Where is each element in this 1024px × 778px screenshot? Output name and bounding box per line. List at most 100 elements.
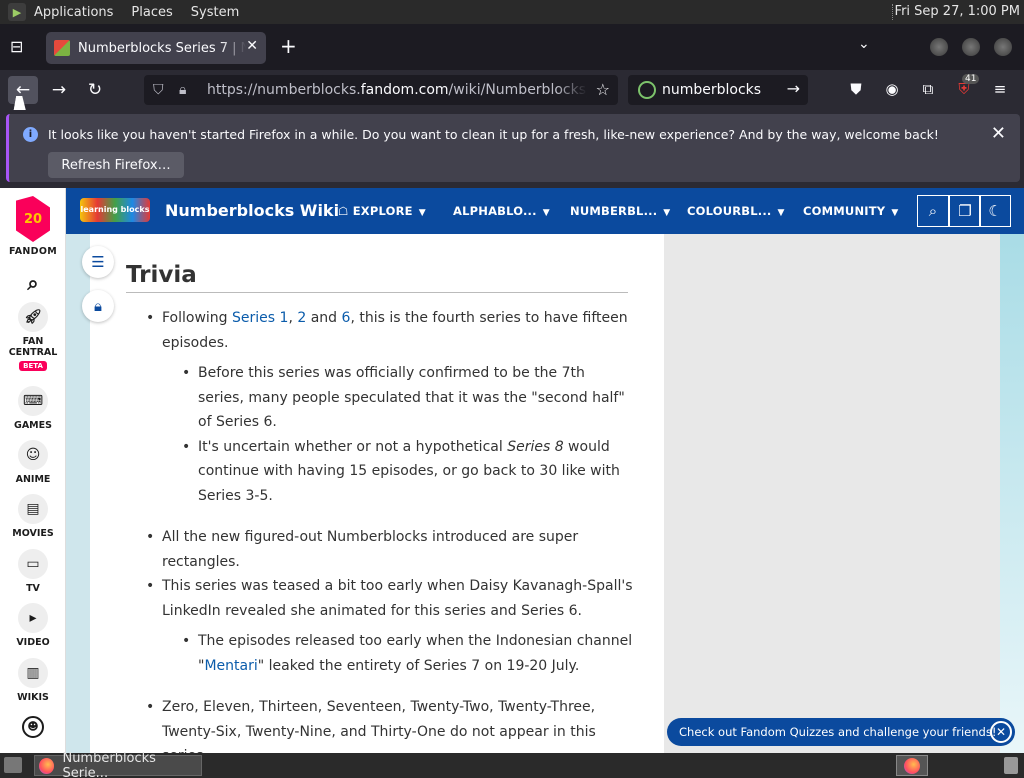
nav-alphablocks[interactable]: ALPHABLO... ▼ (453, 204, 550, 218)
background-decoration (1000, 234, 1024, 753)
trash-icon[interactable] (1004, 757, 1018, 774)
hamburger-menu-icon[interactable]: ≡ (990, 80, 1010, 100)
forward-arrow-icon[interactable]: → (44, 76, 74, 104)
account-icon[interactable]: ◉ (882, 80, 902, 100)
extensions-puzzle-icon[interactable]: ⧉ (918, 80, 938, 100)
pocket-icon[interactable]: ⛊ (846, 80, 866, 100)
system-menu[interactable]: System (191, 5, 239, 20)
extension-count-badge: 41 (962, 74, 980, 84)
page-content: 20 FANDOM ⌕ 🚀︎ FAN CENTRAL BETA ⌨︎ GAMES… (0, 188, 1024, 753)
rail-item-label: MOVIES (12, 528, 54, 539)
mouse-cursor (13, 96, 29, 110)
maximize-button[interactable] (962, 38, 980, 56)
url-bar[interactable]: ⛉ 🔒︎ https://numberblocks.fandom.com/wik… (144, 75, 618, 105)
tab-overflow-chevron-icon[interactable]: ⌄ (858, 36, 870, 52)
table-of-contents-icon[interactable]: ☰ (82, 246, 114, 278)
minimize-button[interactable] (930, 38, 948, 56)
new-tab-button[interactable]: + (280, 36, 297, 56)
rail-item-fan-central[interactable]: 🚀︎ FAN CENTRAL BETA (0, 302, 66, 371)
taskbar: Numberblocks Serie... (0, 751, 1024, 778)
tv-icon: ▭ (18, 549, 48, 579)
book-icon: ▥ (18, 658, 48, 688)
wiki-search-button[interactable]: ⌕ (917, 195, 949, 227)
quiz-banner-text[interactable]: Check out Fandom Quizzes and challenge y… (679, 725, 996, 739)
theme-toggle-button[interactable]: ☾ (979, 195, 1011, 227)
fandom-favicon-icon (54, 40, 70, 56)
play-icon: ▸ (18, 603, 48, 633)
system-top-bar: ▶ Applications Places System Fri Sep 27,… (0, 0, 1024, 24)
clapperboard-icon: ▤ (18, 494, 48, 524)
nav-numberblocks[interactable]: NUMBERBL... ▼ (570, 204, 670, 218)
lock-icon[interactable]: 🔒︎ (82, 290, 114, 322)
trivia-list: Following Series 1, 2 and 6, this is the… (144, 306, 634, 753)
system-logo-icon[interactable]: ▶ (8, 3, 26, 21)
notification-close-icon[interactable]: ✕ (991, 123, 1006, 144)
tracking-shield-icon[interactable]: ⛉ (153, 82, 169, 98)
taskbar-firefox-window[interactable]: Numberblocks Serie... (34, 751, 202, 778)
article: ☰ 🔒︎ Trivia Following Series 1, 2 and 6,… (82, 234, 664, 753)
anime-face-icon: ☺︎ (18, 440, 48, 470)
close-window-button[interactable] (994, 38, 1012, 56)
link-mentari[interactable]: Mentari (204, 658, 257, 674)
tab-list-icon[interactable]: ⊟ (10, 37, 30, 57)
chevron-down-icon: ▼ (777, 208, 785, 218)
fandom-wordmark[interactable]: FANDOM (0, 246, 66, 257)
wiki-logo[interactable]: learning blocks (80, 198, 150, 222)
applications-menu[interactable]: Applications (34, 5, 113, 20)
refresh-firefox-button[interactable]: Refresh Firefox… (48, 152, 184, 178)
close-icon[interactable]: ✕ (990, 721, 1012, 743)
right-rail-column (664, 234, 1000, 753)
chevron-down-icon: ▼ (542, 208, 550, 218)
fandom-side-rail: 20 FANDOM ⌕ 🚀︎ FAN CENTRAL BETA ⌨︎ GAMES… (0, 188, 66, 753)
list-item: Zero, Eleven, Thirteen, Seventeen, Twent… (144, 695, 634, 753)
clock[interactable]: Fri Sep 27, 1:00 PM (895, 4, 1020, 19)
article-tools: ☰ 🔒︎ (82, 246, 114, 334)
gamepad-icon: ⌨︎ (18, 386, 48, 416)
rail-item-games[interactable]: ⌨︎ GAMES (0, 386, 66, 431)
rail-item-label: WIKIS (17, 692, 49, 703)
explore-icon: ☖ (338, 204, 353, 218)
search-go-arrow-icon[interactable]: → (787, 79, 800, 98)
bookmark-star-icon[interactable]: ☆ (596, 80, 610, 99)
search-icon[interactable]: ⌕ (18, 268, 48, 298)
rocket-icon: 🚀︎ (18, 302, 48, 332)
rail-item-label: ANIME (15, 474, 51, 485)
wiki-name[interactable]: Numberblocks Wiki (165, 201, 339, 220)
reload-icon[interactable]: ↻ (80, 76, 110, 104)
workspace-switcher[interactable] (896, 755, 928, 776)
quiz-banner[interactable]: Check out Fandom Quizzes and challenge y… (667, 718, 1015, 746)
search-engine-icon[interactable] (638, 81, 656, 99)
section-heading-trivia: Trivia (126, 262, 628, 293)
search-icon: ⌕ (928, 202, 938, 220)
active-tab[interactable]: Numberblocks Series 7 | Numberblocks Wik… (46, 32, 266, 64)
rail-item-tv[interactable]: ▭ TV (0, 549, 66, 594)
nav-colourblocks[interactable]: COLOURBL... ▼ (687, 204, 785, 218)
rail-item-label: FAN CENTRAL (8, 336, 58, 358)
beta-badge: BETA (19, 361, 47, 371)
rail-item-video[interactable]: ▸ VIDEO (0, 603, 66, 648)
show-desktop-icon[interactable] (4, 757, 22, 773)
list-item: Following Series 1, 2 and 6, this is the… (144, 306, 634, 508)
nav-explore[interactable]: ☖ EXPLORE ▼ (338, 204, 426, 218)
link-series-1[interactable]: Series 1 (232, 310, 288, 326)
taskbar-window-title: Numberblocks Serie... (62, 750, 156, 778)
wiki-discussions-button[interactable]: ❐ (949, 195, 981, 227)
nav-bar: ← → ↻ ⛉ 🔒︎ https://numberblocks.fandom.c… (0, 70, 1024, 110)
link-series-2[interactable]: 2 (297, 310, 306, 326)
url-text[interactable]: https://numberblocks.fandom.com/wiki/Num… (207, 82, 587, 98)
fandom-logo-icon[interactable]: 20 (16, 196, 50, 242)
wiki-header: learning blocks Numberblocks Wiki ☖ EXPL… (66, 188, 1024, 234)
rail-item-movies[interactable]: ▤ MOVIES (0, 494, 66, 539)
search-text[interactable]: numberblocks (662, 82, 761, 98)
places-menu[interactable]: Places (131, 5, 172, 20)
search-bar[interactable]: numberblocks → (628, 75, 808, 105)
lock-icon[interactable]: 🔒︎ (179, 82, 195, 98)
user-account-icon[interactable]: ☻ (22, 716, 44, 738)
tab-close-icon[interactable]: ✕ (246, 38, 258, 54)
nav-community[interactable]: COMMUNITY ▼ (803, 204, 898, 218)
firefox-icon (904, 758, 920, 774)
rail-item-anime[interactable]: ☺︎ ANIME (0, 440, 66, 485)
firefox-icon (39, 757, 55, 774)
rail-item-wikis[interactable]: ▥ WIKIS (0, 658, 66, 703)
rail-search[interactable]: ⌕ (0, 268, 66, 302)
